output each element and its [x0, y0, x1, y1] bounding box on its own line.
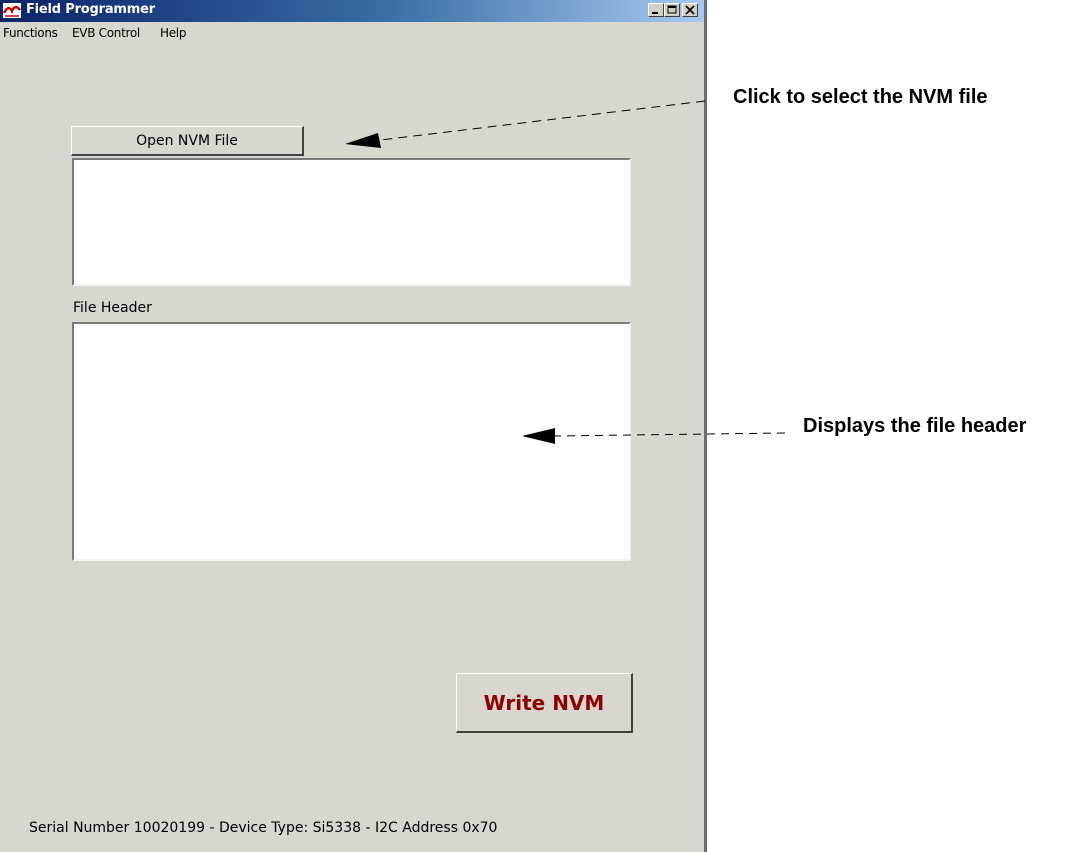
open-callout-line: [371, 100, 706, 142]
open-callout-text: Click to select the NVM file: [733, 86, 988, 108]
header-callout-arrowhead: [522, 428, 555, 444]
open-callout-arrowhead: [345, 133, 381, 148]
header-callout-text: Displays the file header: [803, 415, 1027, 437]
header-callout-line: [552, 432, 786, 437]
